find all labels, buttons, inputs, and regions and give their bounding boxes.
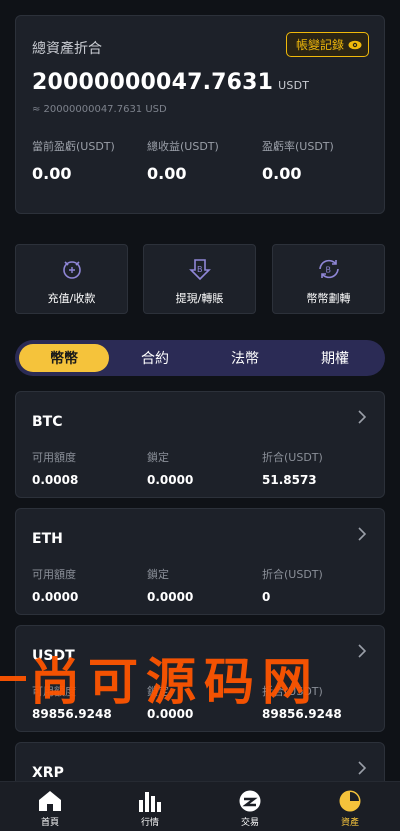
nav-trade[interactable]: 交易 [200, 782, 300, 831]
total-balance-unit: USDT [278, 79, 310, 92]
ledger-record-button[interactable]: 帳變記錄 [285, 32, 369, 57]
nav-market[interactable]: 行情 [100, 782, 200, 831]
asset-card-btc[interactable]: BTC 可用額度 0.0008 鎖定 0.0000 折合(USDT) 51.8573 [15, 391, 385, 498]
nav-home[interactable]: 首頁 [0, 782, 100, 831]
stat-label: 當前盈虧(USDT) [32, 140, 115, 153]
converted-label: 折合(USDT) [262, 451, 323, 464]
deposit-button[interactable]: 充值/收款 [15, 244, 128, 314]
locked-value: 0.0000 [147, 707, 194, 721]
stat-label: 盈虧率(USDT) [262, 140, 334, 153]
tab-fiat[interactable]: 法幣 [200, 344, 290, 372]
asset-name: USDT [32, 648, 75, 664]
available-value: 89856.9248 [32, 707, 112, 721]
available-value: 0.0000 [32, 590, 79, 604]
stat-label: 總收益(USDT) [147, 140, 219, 153]
deposit-label: 充值/收款 [47, 292, 96, 305]
withdraw-icon: B [188, 259, 211, 281]
bottom-nav: 首頁 行情 交易 資產 [0, 781, 400, 831]
available-value: 0.0008 [32, 473, 79, 487]
available-label: 可用額度 [32, 568, 76, 581]
chevron-right-icon [358, 410, 366, 424]
stat-total-income: 總收益(USDT) 0.00 [147, 138, 262, 183]
svg-text:B: B [325, 266, 331, 275]
asset-summary-card: 總資產折合 帳變記錄 20000000047.7631 USDT ≈ 200000… [15, 15, 385, 214]
asset-name: BTC [32, 414, 63, 430]
chevron-right-icon [358, 527, 366, 541]
stat-current-pnl: 當前盈虧(USDT) 0.00 [32, 138, 147, 183]
summary-title: 總資產折合 [32, 41, 102, 57]
account-type-tabs: 幣幣 合約 法幣 期權 [15, 340, 385, 376]
asset-values: 可用額度 0.0008 鎖定 0.0000 折合(USDT) 51.8573 [32, 449, 377, 487]
available-label: 可用額度 [32, 685, 76, 698]
summary-stats: 當前盈虧(USDT) 0.00 總收益(USDT) 0.00 盈虧率(USDT)… [32, 138, 377, 183]
tab-spot[interactable]: 幣幣 [19, 344, 109, 372]
chevron-right-icon [358, 644, 366, 658]
transfer-icon: B [318, 259, 339, 279]
locked-value: 0.0000 [147, 590, 194, 604]
ledger-record-label: 帳變記錄 [295, 38, 344, 52]
converted-value: 51.8573 [262, 473, 317, 487]
quick-actions: 充值/收款 B 提現/轉賬 B 幣幣劃轉 [15, 244, 385, 314]
transfer-label: 幣幣劃轉 [306, 292, 351, 305]
assets-pie-icon [339, 790, 361, 812]
asset-name: ETH [32, 531, 63, 547]
asset-values: 可用額度 89856.9248 鎖定 0.0000 折合(USDT) 89856.92… [32, 683, 377, 721]
converted-value: 0 [262, 590, 271, 604]
total-balance-value: 20000000047.7631 [32, 70, 274, 95]
locked-label: 鎖定 [147, 451, 169, 464]
locked-value: 0.0000 [147, 473, 194, 487]
total-balance-approx: ≈ 20000000047.7631 USD [32, 104, 167, 115]
withdraw-button[interactable]: B 提現/轉賬 [143, 244, 256, 314]
transfer-button[interactable]: B 幣幣劃轉 [272, 244, 385, 314]
nav-market-label: 行情 [140, 818, 159, 828]
nav-assets[interactable]: 資產 [300, 782, 400, 831]
converted-value: 89856.9248 [262, 707, 342, 721]
nav-assets-label: 資產 [340, 818, 359, 828]
converted-label: 折合(USDT) [262, 568, 323, 581]
nav-trade-label: 交易 [240, 818, 259, 828]
asset-values: 可用額度 0.0000 鎖定 0.0000 折合(USDT) 0 [32, 566, 377, 604]
asset-card-eth[interactable]: ETH 可用額度 0.0000 鎖定 0.0000 折合(USDT) 0 [15, 508, 385, 615]
locked-label: 鎖定 [147, 568, 169, 581]
nav-home-label: 首頁 [40, 818, 59, 828]
stat-pnl-rate: 盈虧率(USDT) 0.00 [262, 138, 377, 183]
stat-value: 0.00 [262, 164, 302, 183]
available-label: 可用額度 [32, 451, 76, 464]
eye-icon [348, 40, 362, 49]
stat-value: 0.00 [32, 164, 72, 183]
converted-label: 折合(USDT) [262, 685, 323, 698]
svg-text:B: B [197, 265, 203, 274]
tab-contract[interactable]: 合約 [110, 344, 200, 372]
chevron-right-icon [358, 761, 366, 775]
tab-options[interactable]: 期權 [290, 344, 380, 372]
asset-card-usdt[interactable]: USDT 可用額度 89856.9248 鎖定 0.0000 折合(USDT) 898… [15, 625, 385, 732]
stat-value: 0.00 [147, 164, 187, 183]
locked-label: 鎖定 [147, 685, 169, 698]
home-icon [39, 791, 61, 811]
trade-icon [239, 790, 261, 812]
deposit-icon [62, 261, 81, 279]
total-balance: 20000000047.7631 USDT [32, 70, 309, 95]
asset-name: XRP [32, 765, 64, 781]
withdraw-label: 提現/轉賬 [175, 292, 224, 305]
chart-bars-icon [139, 792, 161, 812]
